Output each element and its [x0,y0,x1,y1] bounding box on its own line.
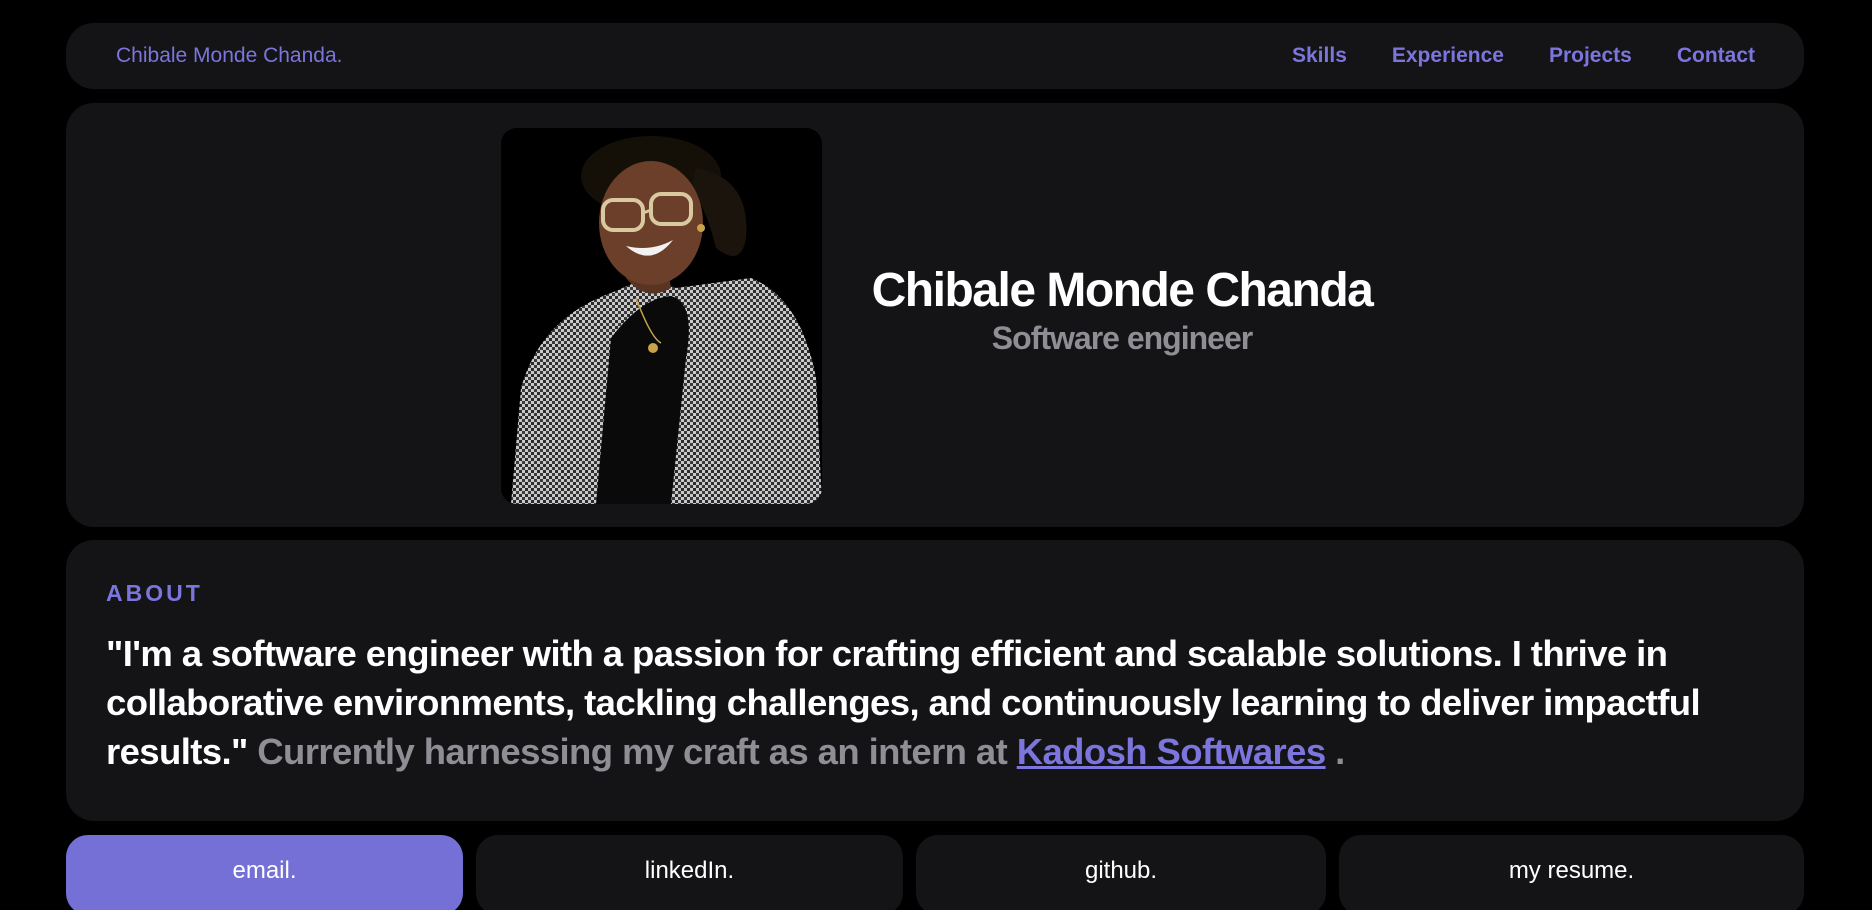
about-current-suffix: . [1335,731,1345,772]
about-section: ABOUT "I'm a software engineer with a pa… [66,540,1804,821]
about-heading: ABOUT [106,580,203,606]
nav-link-skills[interactable]: Skills [1292,44,1347,68]
nav-link-contact[interactable]: Contact [1677,44,1755,68]
brand-link[interactable]: Chibale Monde Chanda. [116,44,343,68]
resume-button[interactable]: my resume. [1339,835,1804,910]
github-button[interactable]: github. [916,835,1326,910]
top-navbar: Chibale Monde Chanda. Skills Experience … [66,23,1804,89]
email-button[interactable]: email. [66,835,463,910]
nav-link-experience[interactable]: Experience [1392,44,1504,68]
hero-section: Chibale Monde Chanda Software engineer [66,103,1804,527]
hero-name: Chibale Monde Chanda [871,264,1374,317]
portfolio-page: Chibale Monde Chanda. Skills Experience … [0,0,1872,910]
hero-role: Software engineer [991,320,1253,356]
nav-link-projects[interactable]: Projects [1549,44,1632,68]
profile-photo [501,128,822,504]
about-paragraph: "I'm a software engineer with a passion … [106,629,1764,776]
linkedin-button[interactable]: linkedIn. [476,835,903,910]
about-current-prefix: Currently harnessing my craft as an inte… [257,731,1008,772]
hero-text: Chibale Monde Chanda Software engineer [852,263,1392,357]
company-link[interactable]: Kadosh Softwares [1017,731,1326,772]
nav-links: Skills Experience Projects Contact [1292,44,1755,68]
